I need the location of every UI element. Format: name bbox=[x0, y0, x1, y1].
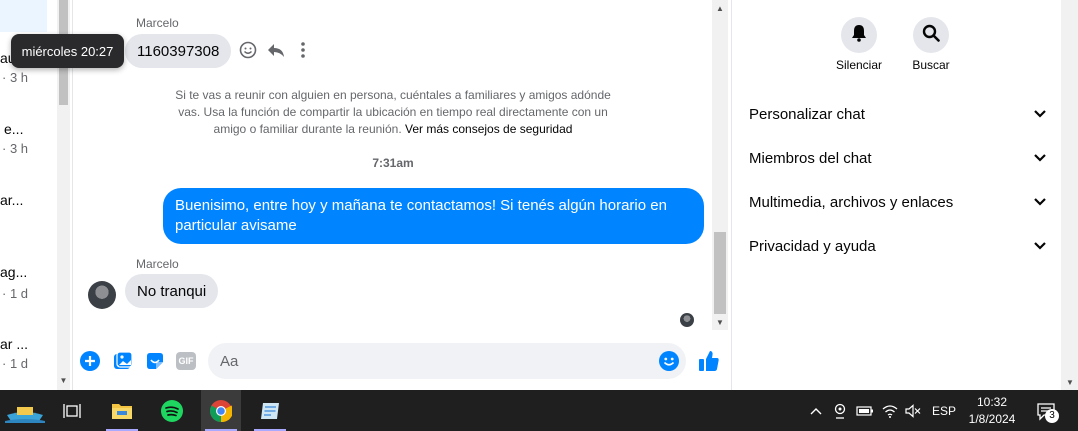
notes-app-icon[interactable] bbox=[250, 390, 290, 431]
conversation-item[interactable]: ag... · 1 d bbox=[0, 264, 57, 304]
reply-icon[interactable] bbox=[266, 40, 286, 60]
conversation-name: ar... bbox=[0, 192, 24, 208]
conversation-name: e... bbox=[4, 121, 24, 137]
sticker-icon[interactable] bbox=[145, 351, 165, 371]
section-label: Privacidad y ayuda bbox=[749, 237, 876, 255]
sender-name: Marcelo bbox=[136, 257, 179, 271]
notification-count-badge: 3 bbox=[1045, 409, 1059, 423]
section-label: Miembros del chat bbox=[749, 149, 872, 167]
sender-name: Marcelo bbox=[136, 16, 179, 30]
safety-notice: Si te vas a reunir con alguien en person… bbox=[160, 87, 626, 138]
spotify-icon[interactable] bbox=[152, 390, 192, 431]
more-options-icon[interactable] bbox=[296, 40, 310, 60]
scroll-down-arrow-icon[interactable]: ▼ bbox=[712, 316, 728, 330]
conversation-item[interactable]: ar ... · 1 d bbox=[0, 336, 57, 376]
section-label: Multimedia, archivos y enlaces bbox=[749, 193, 954, 211]
gif-icon[interactable]: GIF bbox=[176, 352, 196, 370]
message-text: 1160397308 bbox=[137, 42, 220, 60]
safety-notice-line: Si te vas a reunir con alguien en person… bbox=[175, 88, 611, 102]
incoming-message-bubble[interactable]: No tranqui bbox=[125, 274, 219, 308]
conversation-name: ar ... bbox=[0, 336, 29, 352]
chevron-down-icon bbox=[1033, 106, 1047, 123]
search-icon bbox=[922, 24, 940, 47]
scroll-down-arrow-icon[interactable]: ▼ bbox=[57, 374, 70, 388]
taskbar: ESP 10:32 1/8/2024 3 bbox=[0, 390, 1078, 431]
info-panel-scrollbar[interactable] bbox=[1061, 0, 1078, 390]
safety-tips-link[interactable]: Ver más consejos de seguridad bbox=[405, 122, 572, 136]
chevron-down-icon bbox=[1033, 238, 1047, 255]
react-emoji-icon[interactable] bbox=[238, 40, 258, 60]
chrome-icon[interactable] bbox=[201, 390, 241, 431]
conversation-time: · 1 d bbox=[2, 286, 29, 301]
bell-icon bbox=[850, 24, 868, 47]
clock-time[interactable]: 10:32 bbox=[962, 395, 1022, 409]
emoji-icon[interactable] bbox=[658, 350, 680, 372]
battery-icon[interactable] bbox=[854, 390, 876, 431]
volume-muted-icon[interactable] bbox=[902, 390, 924, 431]
section-customize-chat[interactable]: Personalizar chat bbox=[749, 102, 1047, 126]
chevron-down-icon bbox=[1033, 194, 1047, 211]
message-text: Buenisimo, entre hoy y mañana te contact… bbox=[175, 197, 667, 234]
search-label: Buscar bbox=[912, 58, 950, 72]
avatar[interactable] bbox=[88, 281, 116, 309]
message-input[interactable] bbox=[208, 343, 686, 379]
file-explorer-icon[interactable] bbox=[102, 390, 142, 431]
section-chat-members[interactable]: Miembros del chat bbox=[749, 146, 1047, 170]
scroll-up-arrow-icon[interactable]: ▲ bbox=[712, 2, 728, 16]
image-icon[interactable] bbox=[113, 351, 133, 371]
input-language[interactable]: ESP bbox=[932, 404, 956, 418]
conversation-item[interactable]: ar... bbox=[0, 192, 57, 232]
chat-scroll-thumb[interactable] bbox=[714, 232, 726, 314]
section-privacy-help[interactable]: Privacidad y ayuda bbox=[749, 234, 1047, 258]
clock-date[interactable]: 1/8/2024 bbox=[962, 412, 1022, 426]
like-icon[interactable] bbox=[698, 349, 720, 373]
conversation-name: ag... bbox=[0, 264, 28, 280]
weather-widget-icon[interactable] bbox=[0, 390, 50, 431]
chevron-down-icon bbox=[1033, 150, 1047, 167]
message-text: No tranqui bbox=[137, 282, 207, 300]
conversation-item[interactable]: e... · 3 h bbox=[0, 121, 57, 161]
section-media-files-links[interactable]: Multimedia, archivos y enlaces bbox=[749, 190, 1047, 214]
timestamp-tooltip: miércoles 20:27 bbox=[11, 34, 124, 68]
mute-label: Silenciar bbox=[835, 58, 883, 72]
safety-notice-line: vas. Usa la función de compartir la ubic… bbox=[178, 105, 608, 119]
conversation-time: · 3 h bbox=[2, 70, 29, 85]
time-separator: 7:31am bbox=[372, 156, 414, 170]
webcam-icon[interactable] bbox=[830, 390, 850, 431]
plus-circle-icon[interactable] bbox=[80, 351, 100, 371]
search-button[interactable] bbox=[913, 17, 949, 53]
safety-notice-line: amigo o familiar durante la reunión. bbox=[213, 122, 402, 136]
conversation-time: · 3 h bbox=[2, 141, 29, 156]
section-label: Personalizar chat bbox=[749, 105, 865, 123]
wifi-icon[interactable] bbox=[879, 390, 901, 431]
chevron-up-icon[interactable] bbox=[806, 390, 826, 431]
mute-button[interactable] bbox=[841, 17, 877, 53]
incoming-message-bubble[interactable]: 1160397308 bbox=[125, 34, 232, 68]
seen-avatar bbox=[680, 313, 694, 327]
task-view-icon[interactable] bbox=[52, 390, 92, 431]
tooltip-text: miércoles 20:27 bbox=[21, 43, 114, 59]
conversation-time: · 1 d bbox=[2, 356, 29, 371]
conversation-highlight[interactable] bbox=[0, 0, 47, 32]
outgoing-message-bubble[interactable]: Buenisimo, entre hoy y mañana te contact… bbox=[163, 188, 704, 244]
scroll-down-arrow-icon[interactable]: ▼ bbox=[1062, 376, 1078, 390]
